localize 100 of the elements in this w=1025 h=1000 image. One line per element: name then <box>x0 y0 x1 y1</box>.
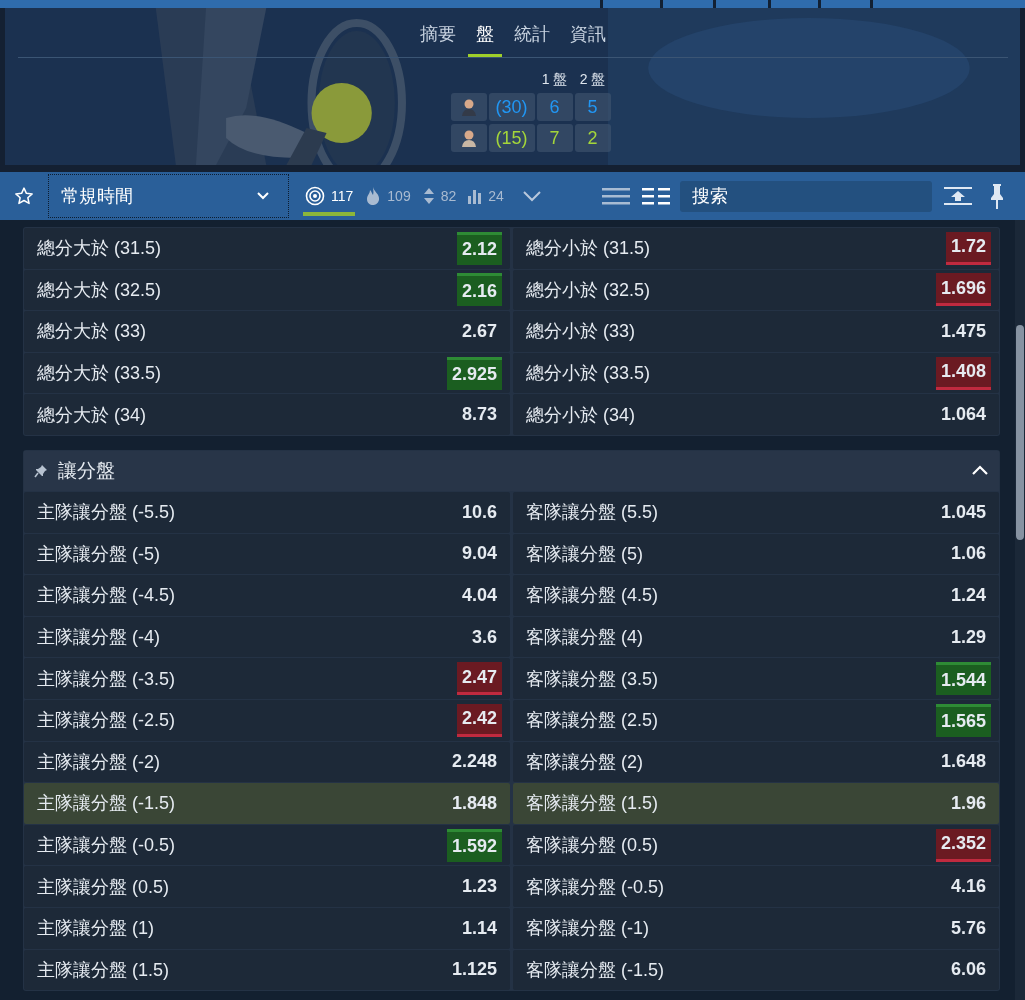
bet-option[interactable]: 總分大於 (33) 2.67 <box>24 311 510 352</box>
bet-option[interactable]: 客隊讓分盤 (0.5) 2.352 <box>513 824 999 866</box>
set-score: 6 <box>536 93 573 121</box>
option-label: 總分小於 (33) <box>526 320 635 344</box>
bet-option[interactable]: 總分大於 (32.5) 2.16 <box>24 269 510 311</box>
bet-option[interactable]: 總分大於 (33.5) 2.925 <box>24 352 510 394</box>
bet-option[interactable]: 總分小於 (32.5) 1.696 <box>513 269 999 311</box>
bet-option[interactable]: 客隊讓分盤 (2) 1.648 <box>513 741 999 783</box>
option-label: 主隊讓分盤 (1.5) <box>37 958 169 982</box>
odds-value: 1.648 <box>939 750 987 774</box>
bet-option[interactable]: 總分大於 (31.5) 2.12 <box>24 228 510 269</box>
tab[interactable]: 資訊 <box>561 16 614 57</box>
bet-option[interactable]: 主隊讓分盤 (1.5) 1.125 <box>24 949 510 991</box>
odds-value: 1.14 <box>460 916 498 940</box>
bet-option[interactable]: 主隊讓分盤 (-4.5) 4.04 <box>24 575 510 616</box>
set-score: 2 <box>574 124 611 152</box>
bet-option[interactable]: 客隊讓分盤 (-1.5) 6.06 <box>513 949 999 991</box>
option-label: 客隊讓分盤 (0.5) <box>526 834 658 857</box>
set-heading: 1 盤 <box>540 71 569 89</box>
option-label: 總分大於 (33) <box>37 320 146 344</box>
bet-option[interactable]: 主隊讓分盤 (-3.5) 2.47 <box>24 658 510 699</box>
option-label: 客隊讓分盤 (1.5) <box>526 792 658 816</box>
option-label: 主隊讓分盤 (-2) <box>37 750 160 774</box>
odds-value: 1.592 <box>446 828 502 862</box>
up-down-arrows-icon <box>422 187 435 205</box>
chevron-down-icon[interactable] <box>521 190 542 202</box>
bet-option[interactable]: 客隊讓分盤 (-1) 5.76 <box>513 907 999 949</box>
bet-option[interactable]: 主隊讓分盤 (0.5) 1.23 <box>24 866 510 907</box>
tab[interactable]: 統計 <box>505 16 558 57</box>
option-label: 客隊讓分盤 (4.5) <box>526 584 658 608</box>
option-label: 客隊讓分盤 (-0.5) <box>526 875 664 899</box>
odds-value: 6.06 <box>949 958 987 982</box>
bet-option[interactable]: 客隊讓分盤 (4) 1.29 <box>513 616 999 658</box>
bet-option[interactable]: 總分小於 (33.5) 1.408 <box>513 352 999 394</box>
star-icon[interactable] <box>14 186 34 206</box>
collapse-icon[interactable] <box>943 186 972 206</box>
odds-value: 9.04 <box>460 542 498 566</box>
bet-option[interactable]: 主隊讓分盤 (1) 1.14 <box>24 907 510 949</box>
bet-option[interactable]: 客隊讓分盤 (1.5) 1.96 <box>513 783 999 824</box>
option-label: 客隊讓分盤 (-1.5) <box>526 958 664 982</box>
option-label: 主隊讓分盤 (-2.5) <box>37 709 175 733</box>
filter-tab[interactable]: 117 <box>303 176 356 216</box>
bet-option[interactable]: 總分小於 (34) 1.064 <box>513 394 999 435</box>
option-label: 客隊讓分盤 (2.5) <box>526 709 658 733</box>
odds-value: 2.16 <box>456 273 502 307</box>
tab[interactable]: 摘要 <box>411 16 464 57</box>
option-label: 客隊讓分盤 (4) <box>526 626 643 650</box>
bet-option[interactable]: 客隊讓分盤 (5.5) 1.045 <box>513 491 999 533</box>
option-label: 主隊讓分盤 (-5) <box>37 542 160 566</box>
set-score: 5 <box>574 93 611 121</box>
chevron-up-icon[interactable] <box>971 465 989 477</box>
set-score: 7 <box>536 124 573 152</box>
option-label: 客隊讓分盤 (5.5) <box>526 501 658 525</box>
bet-option[interactable]: 總分小於 (31.5) 1.72 <box>513 228 999 269</box>
flame-icon <box>365 186 382 206</box>
game-points: (15) <box>488 124 535 152</box>
bet-option[interactable]: 主隊讓分盤 (-2) 2.248 <box>24 741 510 783</box>
odds-value: 1.696 <box>935 273 991 307</box>
option-label: 總分小於 (32.5) <box>526 278 651 302</box>
two-column-view-icon[interactable] <box>641 187 670 205</box>
bet-option[interactable]: 總分大於 (34) 8.73 <box>24 394 510 435</box>
odds-value: 2.42 <box>456 703 502 737</box>
bet-option[interactable]: 客隊讓分盤 (2.5) 1.565 <box>513 699 999 741</box>
pin-icon[interactable] <box>34 463 48 478</box>
bet-option[interactable]: 客隊讓分盤 (5) 1.06 <box>513 533 999 575</box>
odds-value: 2.12 <box>456 231 502 265</box>
odds-value: 1.72 <box>945 231 991 265</box>
bet-option[interactable]: 主隊讓分盤 (-0.5) 1.592 <box>24 824 510 866</box>
bet-option[interactable]: 主隊讓分盤 (-5.5) 10.6 <box>24 491 510 533</box>
option-label: 主隊讓分盤 (-4) <box>37 626 160 650</box>
option-label: 總分大於 (31.5) <box>37 237 162 261</box>
pin-icon[interactable] <box>989 183 1004 209</box>
bet-option[interactable]: 客隊讓分盤 (4.5) 1.24 <box>513 575 999 616</box>
bet-option[interactable]: 主隊讓分盤 (-4) 3.6 <box>24 616 510 658</box>
avatar-icon <box>460 129 477 147</box>
target-icon <box>305 186 325 206</box>
bet-option[interactable]: 主隊讓分盤 (-2.5) 2.42 <box>24 699 510 741</box>
odds-value: 1.064 <box>939 403 987 427</box>
search-field[interactable]: 搜索 <box>679 180 932 212</box>
tab[interactable]: 盤 <box>467 16 502 57</box>
bet-option[interactable]: 主隊讓分盤 (-5) 9.04 <box>24 533 510 575</box>
bet-option[interactable]: 主隊讓分盤 (-1.5) 1.848 <box>24 783 510 824</box>
odds-value: 1.24 <box>949 583 987 607</box>
odds-value: 1.29 <box>949 625 987 649</box>
odds-value: 1.23 <box>460 875 498 899</box>
odds-value: 2.925 <box>446 356 502 390</box>
game-points: (30) <box>488 93 535 121</box>
odds-value: 2.248 <box>450 750 498 774</box>
odds-value: 1.544 <box>935 662 991 696</box>
scrollbar[interactable] <box>1015 220 1025 1000</box>
list-view-icon[interactable] <box>601 187 630 205</box>
bet-option[interactable]: 總分小於 (33) 1.475 <box>513 311 999 352</box>
period-dropdown[interactable]: 常規時間 <box>48 174 289 218</box>
bet-option[interactable]: 客隊讓分盤 (-0.5) 4.16 <box>513 866 999 907</box>
option-label: 總分大於 (33.5) <box>37 362 162 386</box>
bet-option[interactable]: 客隊讓分盤 (3.5) 1.544 <box>513 658 999 699</box>
odds-value: 1.565 <box>935 703 991 737</box>
option-label: 總分小於 (34) <box>526 403 635 427</box>
market-header[interactable]: 讓分盤 <box>24 450 999 491</box>
odds-value: 2.67 <box>460 320 498 343</box>
